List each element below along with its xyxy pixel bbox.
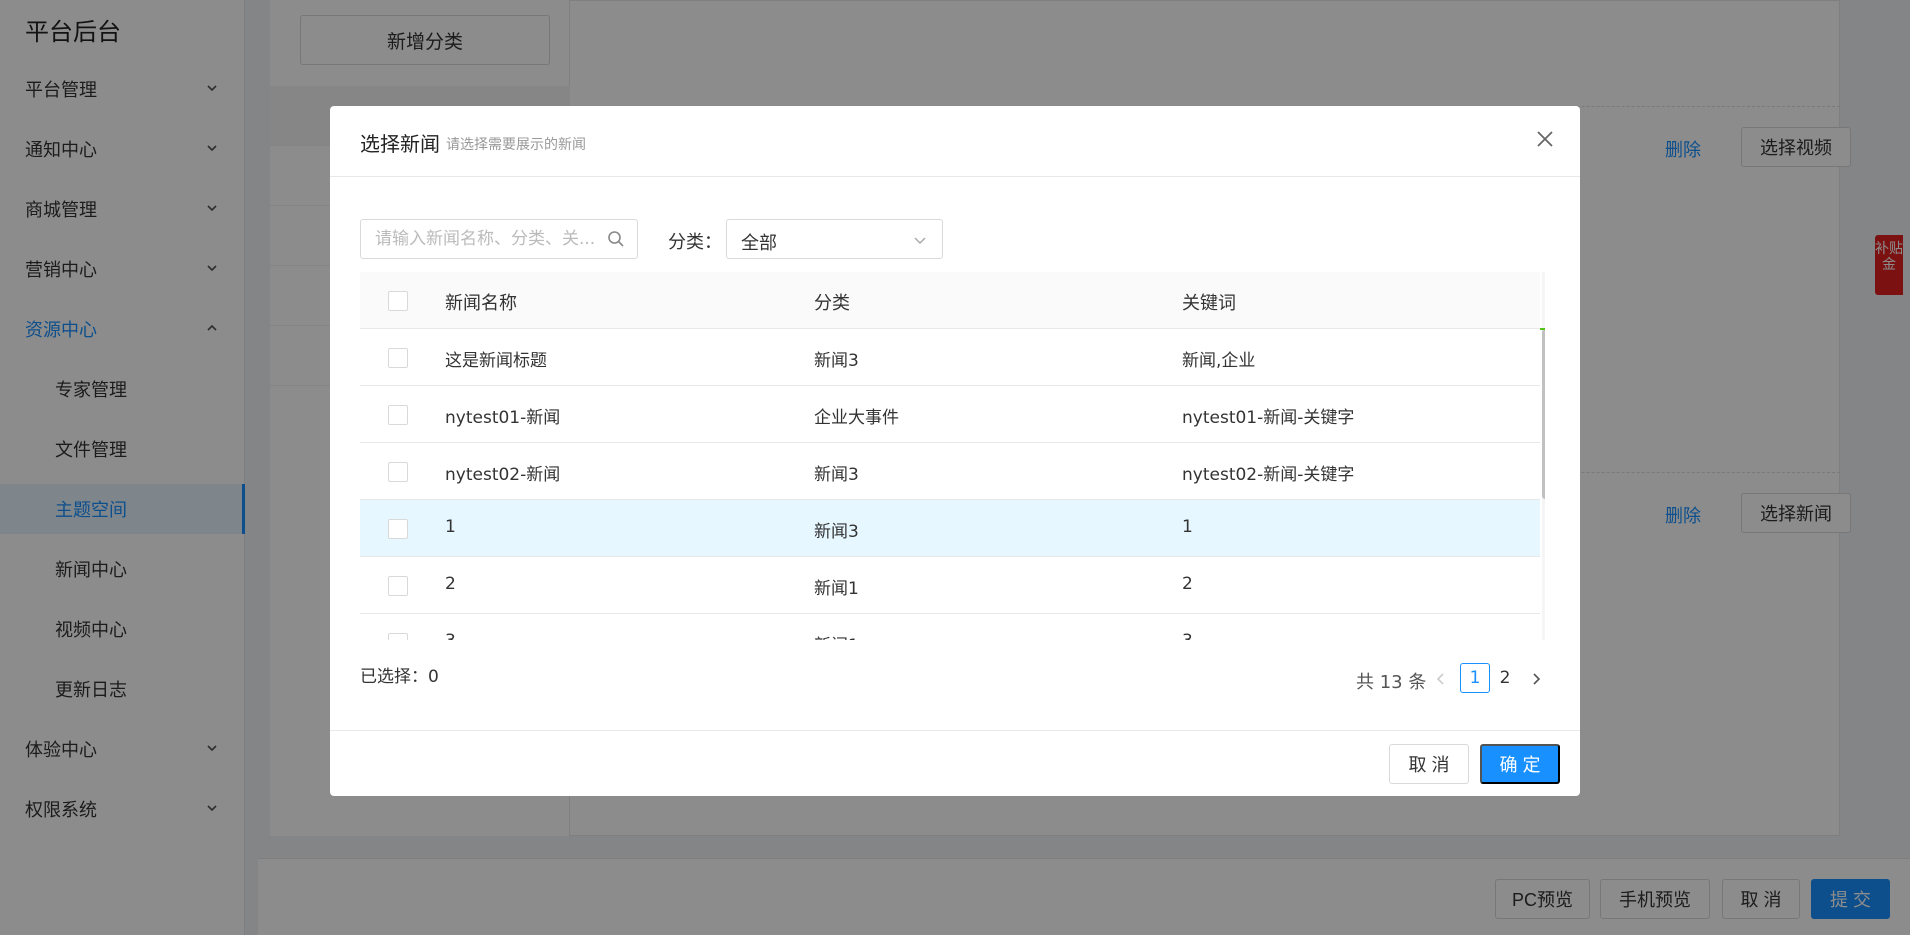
cell-keywords: 1 — [1182, 517, 1193, 537]
column-header-name: 新闻名称 — [445, 293, 517, 314]
modal-confirm-button[interactable]: 确 定 — [1480, 744, 1560, 784]
modal-subtitle: 请选择需要展示的新闻 — [446, 137, 586, 153]
table-row[interactable]: 1 新闻3 1 — [360, 500, 1540, 557]
table-row[interactable]: 3 新闻1 3 — [360, 614, 1540, 640]
cell-name: 3 — [445, 631, 456, 640]
cell-name: nytest01-新闻 — [445, 408, 561, 428]
row-checkbox[interactable] — [388, 348, 408, 368]
table-row[interactable]: 这是新闻标题 新闻3 新闻,企业 — [360, 329, 1540, 386]
news-table: 新闻名称 分类 关键词 这是新闻标题 新闻3 新闻,企业 nytest01-新闻… — [360, 272, 1545, 640]
cell-name: 1 — [445, 517, 456, 537]
row-checkbox[interactable] — [388, 405, 408, 425]
row-checkbox[interactable] — [388, 462, 408, 482]
column-header-keywords: 关键词 — [1182, 293, 1236, 314]
category-select-value: 全部 — [741, 233, 777, 254]
page-1[interactable]: 1 — [1460, 663, 1490, 693]
modal-cancel-button[interactable]: 取 消 — [1389, 744, 1469, 784]
scroll-indicator — [1540, 328, 1545, 330]
category-filter-label: 分类： — [668, 232, 722, 253]
table-row[interactable]: nytest02-新闻 新闻3 nytest02-新闻-关键字 — [360, 443, 1540, 500]
total-count: 共 13 条 — [1356, 672, 1427, 693]
chevron-left-icon[interactable] — [1433, 671, 1449, 687]
cell-keywords: nytest01-新闻-关键字 — [1182, 408, 1355, 428]
search-icon[interactable] — [607, 230, 625, 248]
selected-count: 已选择：0 — [360, 667, 439, 687]
cell-keywords: nytest02-新闻-关键字 — [1182, 465, 1355, 485]
chevron-down-icon — [914, 237, 926, 245]
column-header-category: 分类 — [814, 293, 850, 314]
chevron-right-icon[interactable] — [1528, 671, 1544, 687]
table-row[interactable]: 2 新闻1 2 — [360, 557, 1540, 614]
cell-category: 新闻3 — [814, 351, 859, 371]
modal-header: 选择新闻 请选择需要展示的新闻 — [330, 106, 1580, 177]
row-checkbox[interactable] — [388, 633, 408, 640]
row-checkbox[interactable] — [388, 576, 408, 596]
page-2[interactable]: 2 — [1490, 663, 1520, 693]
search-box — [360, 219, 638, 259]
table-scrollbar-thumb[interactable] — [1542, 329, 1545, 499]
select-news-modal: 选择新闻 请选择需要展示的新闻 分类： 全部 新闻名称 分类 关键词 这是新闻标… — [330, 106, 1580, 796]
cell-name: nytest02-新闻 — [445, 465, 561, 485]
select-all-checkbox[interactable] — [388, 291, 408, 311]
row-checkbox[interactable] — [388, 519, 408, 539]
close-icon[interactable] — [1532, 126, 1558, 152]
cell-name: 这是新闻标题 — [445, 351, 547, 371]
cell-category: 新闻1 — [814, 631, 859, 640]
cell-keywords: 3 — [1182, 631, 1193, 640]
category-select[interactable]: 全部 — [726, 219, 943, 259]
table-header: 新闻名称 分类 关键词 — [360, 272, 1540, 329]
modal-title: 选择新闻 — [360, 132, 440, 156]
cell-name: 2 — [445, 574, 456, 594]
cell-keywords: 2 — [1182, 574, 1193, 594]
cell-category: 新闻3 — [814, 522, 859, 542]
search-input[interactable] — [375, 228, 595, 250]
table-row[interactable]: nytest01-新闻 企业大事件 nytest01-新闻-关键字 — [360, 386, 1540, 443]
cell-category: 新闻1 — [814, 579, 859, 599]
modal-footer-divider — [330, 730, 1580, 731]
cell-category: 新闻3 — [814, 465, 859, 485]
cell-keywords: 新闻,企业 — [1182, 351, 1256, 371]
cell-category: 企业大事件 — [814, 408, 899, 428]
